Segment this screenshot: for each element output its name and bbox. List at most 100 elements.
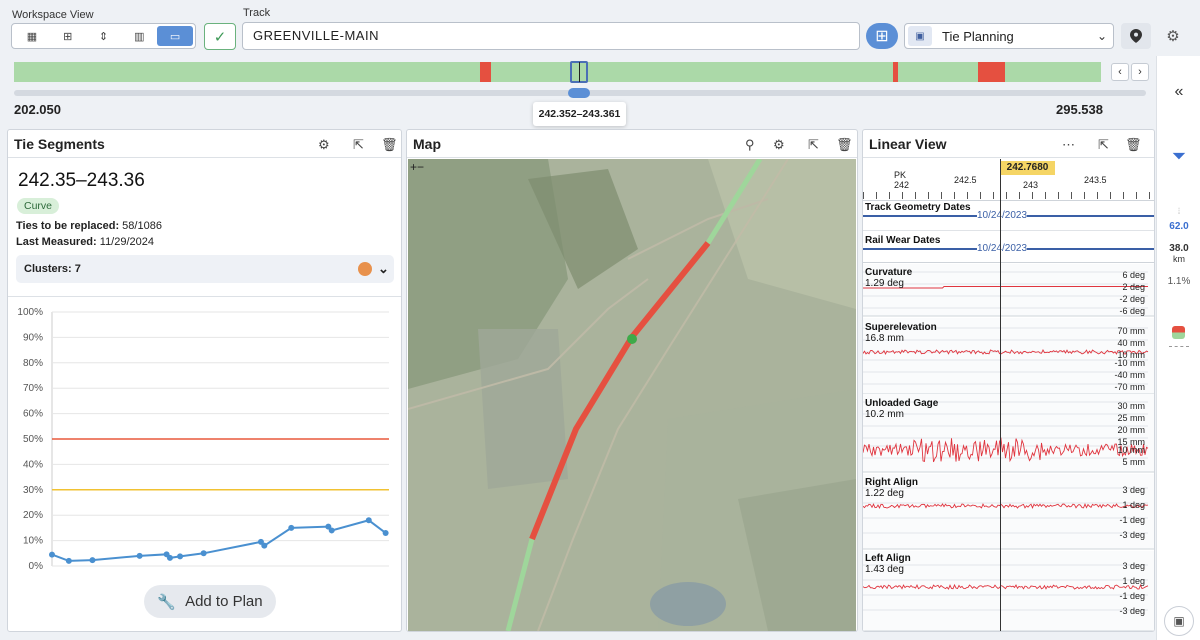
track-geometry-date: 10/24/2023 [977,210,1028,221]
table-view-button[interactable]: ▦ [14,26,50,46]
add-to-plan-button[interactable]: 🔧 Add to Plan [144,585,276,618]
right-align-tick: -1 deg [1119,515,1145,525]
grid-icon: ⊞ [63,30,73,43]
layout-button[interactable]: ⊞ [866,23,898,49]
track-input[interactable]: GREENVILLE-MAIN [242,22,860,50]
save-icon: ▣ [915,30,925,42]
workspace-view-label: Workspace View [12,9,94,21]
settings-button[interactable]: ⚙ [1160,23,1186,49]
strip-defect-segment[interactable] [977,62,1005,82]
double-chevron-left-icon: « [1174,83,1184,100]
segment-overview-strip[interactable] [14,62,1101,82]
map-pin-icon[interactable]: ⚲ [745,137,755,153]
plan-select[interactable]: ▣ Tie Planning ⌄ [904,23,1114,49]
location-button[interactable] [1121,23,1151,49]
gage-tick: 30 mm [1117,401,1145,411]
data-point [166,554,173,561]
curvature-tick: -6 deg [1119,306,1145,316]
y-tick-label: 100% [17,307,43,318]
trash-icon[interactable]: 🗑 [836,137,853,153]
open-external-icon[interactable]: ⇱ [353,137,364,153]
grid-icon: ⊞ [875,28,889,45]
map-icon: ▥ [134,30,145,43]
data-point [89,557,96,564]
range-slider-thumb[interactable] [568,88,590,98]
open-external-icon[interactable]: ⇱ [1098,137,1109,153]
divider [8,296,401,297]
curve-chip: Curve [17,198,60,214]
y-tick-label: 0% [29,561,44,570]
gage-tick: 5 mm [1122,457,1146,467]
left-align-tick: -1 deg [1119,591,1145,601]
chevron-down-icon: ⌄ [378,261,389,276]
confirm-button[interactable]: ✓ [204,23,236,50]
chevron-left-icon: ‹ [1118,66,1122,78]
zoom-control[interactable]: +− [410,160,424,174]
panel-title: Map [413,135,441,152]
map-view-button[interactable]: ▥ [121,26,157,46]
linear-cursor-line[interactable] [1000,159,1001,631]
strip-defect-segment[interactable] [479,62,492,82]
right-align-tick: 1 deg [1122,500,1145,510]
right-sidebar: « ⏷ ⦙ 62.0 38.0 km 1.1% ▣ [1156,56,1200,640]
left-align-label: Left Align [865,553,911,564]
cluster-color-dot [358,262,372,276]
ruler-tick-2: 243 [1023,180,1039,190]
y-tick-label: 80% [23,358,43,369]
right-align-tick: -3 deg [1119,530,1145,540]
filter-add-button[interactable]: ⏷ [1165,144,1193,168]
chevron-down-icon: ⌄ [1096,29,1108,43]
right-align-label: Right Align [865,477,918,488]
gage-value: 10.2 mm [865,409,904,420]
more-icon[interactable]: ⋯ [1062,137,1075,153]
grid-view-button[interactable]: ⊞ [50,26,86,46]
panel-title: Tie Segments [14,135,105,152]
superelevation-tick: -10 mm [1114,358,1145,368]
divider [1169,346,1189,347]
superelevation-tick: 70 mm [1117,326,1145,336]
open-external-icon[interactable]: ⇱ [808,137,819,153]
linear-view-panel: Linear View ⋯ ⇱ 🗑 PK 242 242.5 243 243.5… [862,129,1155,632]
left-align-tick: -3 deg [1119,606,1145,616]
plan-select-value: Tie Planning [942,28,1014,44]
ruler-small-icon: ⦙ [1177,206,1181,216]
ruler-ticks [863,192,1154,199]
trash-icon[interactable]: 🗑 [1125,137,1142,153]
sidebar-unit-2: km [1173,254,1185,264]
sidebar-value-2: 38.0 [1169,243,1189,254]
data-point [177,553,184,560]
cursor-value: 242.7680 [1000,161,1055,175]
ties-label: Ties to be replaced: [16,220,120,232]
right-align-tick: 3 deg [1122,485,1145,495]
track-geometry-label: Track Geometry Dates [865,202,971,213]
scroll-left-button[interactable]: ‹ [1111,63,1129,81]
linear-view-traces [863,264,1154,631]
clusters-row[interactable]: Clusters: 7 ⌄ [16,255,394,283]
table-icon: ▦ [26,30,38,43]
range-end: 295.538 [1056,102,1103,117]
window-view-button[interactable]: ▭ [157,26,193,46]
collapse-sidebar-button[interactable]: « [1165,82,1193,102]
gage-tick: 20 mm [1117,425,1145,435]
satellite-map[interactable]: +− [408,159,856,631]
superelevation-label: Superelevation [865,322,937,333]
curvature-tick: 2 deg [1122,282,1145,292]
sort-view-button[interactable]: ⇕ [86,26,122,46]
gear-icon[interactable]: ⚙ [318,137,330,153]
map-panel: Map ⚲ ⚙ ⇱ 🗑 +− [406,129,858,632]
tie-segments-panel: Tie Segments ⚙ ⇱ 🗑 242.35–243.36 Curve T… [7,129,402,632]
track-geometry-row: Track Geometry Dates 10/24/2023 [863,201,1154,231]
legend-swatch-icon [1172,326,1185,339]
gage-tick: 25 mm [1117,413,1145,423]
save-plan-button[interactable]: ▣ [908,26,932,46]
scroll-right-button[interactable]: › [1131,63,1149,81]
right-align-value: 1.22 deg [865,488,904,499]
gear-icon[interactable]: ⚙ [773,137,785,153]
strip-cursor [579,62,580,82]
left-align-tick: 1 deg [1122,576,1145,586]
strip-defect-segment[interactable] [893,62,899,82]
save-view-button[interactable]: ▣ [1164,606,1194,636]
ties-value: 58/1086 [122,220,162,232]
trash-icon[interactable]: 🗑 [381,137,398,153]
left-align-value: 1.43 deg [865,564,904,575]
